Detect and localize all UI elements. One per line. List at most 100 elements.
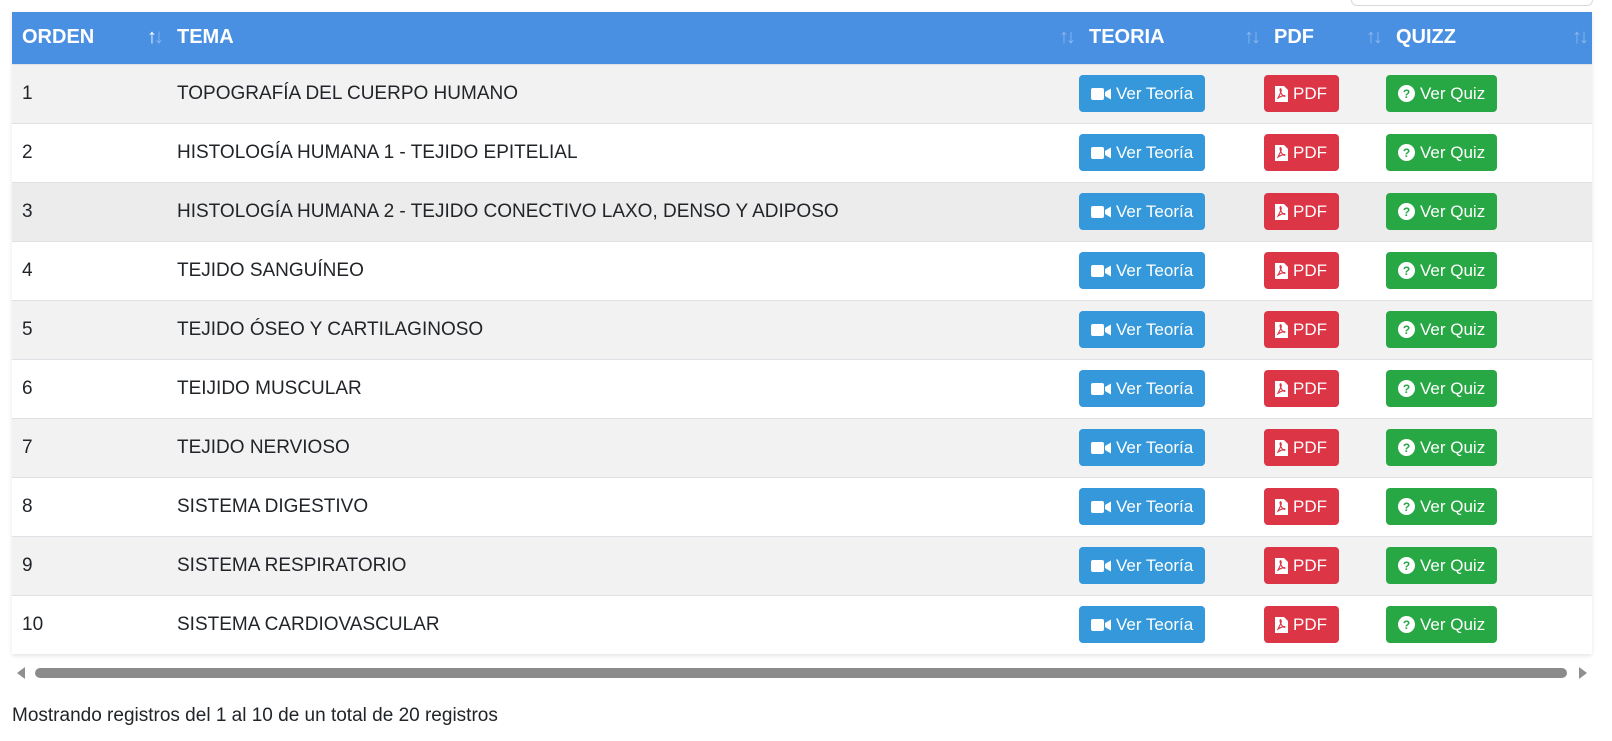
horizontal-scrollbar[interactable]: [12, 664, 1592, 680]
ver-teoria-button[interactable]: Ver Teoría: [1079, 134, 1205, 171]
pdf-button[interactable]: PDF: [1264, 311, 1339, 348]
ver-quiz-button[interactable]: ? Ver Quiz: [1386, 606, 1497, 644]
file-pdf-icon: [1275, 85, 1288, 102]
pdf-button[interactable]: PDF: [1264, 547, 1339, 584]
ver-teoria-label: Ver Teoría: [1116, 319, 1194, 339]
table-row: 5 TEJIDO ÓSEO Y CARTILAGINOSO Ver Teoría PD…: [12, 299, 1592, 359]
table-info-text: Mostrando registros del 1 al 10 de un to…: [12, 705, 498, 726]
pdf-button[interactable]: PDF: [1264, 429, 1339, 466]
ver-quiz-label: Ver Quiz: [1420, 142, 1486, 162]
ver-teoria-button[interactable]: Ver Teoría: [1079, 606, 1205, 644]
pdf-button[interactable]: PDF: [1264, 193, 1339, 230]
ver-quiz-label: Ver Quiz: [1420, 555, 1486, 575]
svg-text:?: ?: [1403, 205, 1410, 219]
scrollbar-thumb[interactable]: [35, 668, 1567, 678]
file-pdf-icon: [1275, 203, 1288, 220]
sort-arrows-icon[interactable]: ↑ ↓: [1366, 27, 1383, 47]
ver-quiz-button[interactable]: ? Ver Quiz: [1386, 429, 1497, 466]
column-header-orden[interactable]: ORDEN ↑ ↓: [12, 12, 167, 64]
cell-orden: 9: [12, 535, 167, 595]
cell-teoria: Ver Teoría: [1079, 594, 1264, 654]
ver-quiz-button[interactable]: ? Ver Quiz: [1386, 252, 1497, 289]
question-circle-icon: ?: [1398, 321, 1415, 338]
ver-teoria-button[interactable]: Ver Teoría: [1079, 429, 1205, 466]
pdf-button[interactable]: PDF: [1264, 370, 1339, 407]
question-circle-icon: ?: [1398, 557, 1415, 574]
pdf-button[interactable]: PDF: [1264, 252, 1339, 289]
cell-quizz: ? Ver Quiz: [1386, 122, 1592, 182]
cell-orden: 6: [12, 358, 167, 418]
ver-teoria-button[interactable]: Ver Teoría: [1079, 311, 1205, 348]
file-pdf-icon: [1275, 262, 1288, 279]
sort-arrows-icon[interactable]: ↑ ↓: [1244, 27, 1261, 47]
ver-teoria-button[interactable]: Ver Teoría: [1079, 488, 1205, 525]
question-circle-icon: ?: [1398, 439, 1415, 456]
cell-pdf: PDF: [1264, 358, 1386, 418]
svg-text:?: ?: [1403, 264, 1410, 278]
table-row: 7 TEJIDO NERVIOSO Ver Teoría PDF? Ver Quiz: [12, 417, 1592, 477]
column-header-teoria[interactable]: TEORIA ↑ ↓: [1079, 12, 1264, 64]
ver-quiz-button[interactable]: ? Ver Quiz: [1386, 370, 1497, 407]
ver-quiz-label: Ver Quiz: [1420, 319, 1486, 339]
pdf-label: PDF: [1293, 496, 1327, 516]
ver-teoria-button[interactable]: Ver Teoría: [1079, 252, 1205, 289]
cell-pdf: PDF: [1264, 299, 1386, 359]
question-circle-icon: ?: [1398, 203, 1415, 220]
pdf-button[interactable]: PDF: [1264, 134, 1339, 171]
cell-pdf: PDF: [1264, 181, 1386, 241]
ver-teoria-button[interactable]: Ver Teoría: [1079, 547, 1205, 584]
cell-teoria: Ver Teoría: [1079, 476, 1264, 536]
svg-text:?: ?: [1403, 87, 1410, 101]
ver-quiz-button[interactable]: ? Ver Quiz: [1386, 193, 1497, 230]
ver-quiz-button[interactable]: ? Ver Quiz: [1386, 75, 1497, 112]
search-input-edge[interactable]: [1351, 0, 1593, 6]
ver-quiz-label: Ver Quiz: [1420, 201, 1486, 221]
cell-tema: TOPOGRAFÍA DEL CUERPO HUMANO: [167, 63, 1079, 123]
ver-quiz-button[interactable]: ? Ver Quiz: [1386, 134, 1497, 171]
video-camera-icon: [1091, 323, 1111, 337]
sort-arrows-icon[interactable]: ↑ ↓: [1572, 27, 1589, 47]
ver-quiz-button[interactable]: ? Ver Quiz: [1386, 311, 1497, 348]
column-header-tema[interactable]: TEMA ↑ ↓: [167, 12, 1079, 64]
ver-teoria-label: Ver Teoría: [1116, 555, 1194, 575]
pdf-label: PDF: [1293, 555, 1327, 575]
svg-text:?: ?: [1403, 559, 1410, 573]
pdf-button[interactable]: PDF: [1264, 75, 1339, 112]
cell-orden: 10: [12, 594, 167, 654]
video-camera-icon: [1091, 559, 1111, 573]
scroll-right-arrow-icon[interactable]: [1579, 667, 1587, 679]
sort-arrows-icon[interactable]: ↑ ↓: [1059, 27, 1076, 47]
file-pdf-icon: [1275, 557, 1288, 574]
ver-quiz-button[interactable]: ? Ver Quiz: [1386, 547, 1497, 584]
sort-arrows-icon[interactable]: ↑ ↓: [147, 27, 164, 47]
ver-teoria-button[interactable]: Ver Teoría: [1079, 370, 1205, 407]
scroll-left-arrow-icon[interactable]: [17, 667, 25, 679]
cell-pdf: PDF: [1264, 63, 1386, 123]
cell-orden: 3: [12, 181, 167, 241]
ver-teoria-button[interactable]: Ver Teoría: [1079, 193, 1205, 230]
pdf-button[interactable]: PDF: [1264, 488, 1339, 525]
cell-quizz: ? Ver Quiz: [1386, 594, 1592, 654]
cell-tema: TEIJIDO MUSCULAR: [167, 358, 1079, 418]
column-header-quizz[interactable]: QUIZZ ↑ ↓: [1386, 12, 1592, 64]
data-table-container: ORDEN ↑ ↓ TEMA ↑ ↓ TEORIA ↑ ↓ PDF ↑ ↓ QUIZZ: [12, 12, 1592, 654]
ver-teoria-button[interactable]: Ver Teoría: [1079, 75, 1205, 112]
column-header-label: QUIZZ: [1396, 26, 1456, 49]
cell-tema: SISTEMA CARDIOVASCULAR: [167, 594, 1079, 654]
pdf-label: PDF: [1293, 614, 1327, 634]
cell-tema: HISTOLOGÍA HUMANA 2 - TEJIDO CONECTIVO L…: [167, 181, 1079, 241]
column-header-label: PDF: [1274, 26, 1314, 49]
ver-quiz-button[interactable]: ? Ver Quiz: [1386, 488, 1497, 525]
column-header-pdf[interactable]: PDF ↑ ↓: [1264, 12, 1386, 64]
cell-pdf: PDF: [1264, 594, 1386, 654]
question-circle-icon: ?: [1398, 380, 1415, 397]
ver-teoria-label: Ver Teoría: [1116, 378, 1194, 398]
pdf-button[interactable]: PDF: [1264, 606, 1339, 644]
table-header-row: ORDEN ↑ ↓ TEMA ↑ ↓ TEORIA ↑ ↓ PDF ↑ ↓ QUIZZ: [12, 12, 1592, 64]
pdf-label: PDF: [1293, 142, 1327, 162]
svg-text:?: ?: [1403, 500, 1410, 514]
pdf-label: PDF: [1293, 437, 1327, 457]
cell-tema: SISTEMA DIGESTIVO: [167, 476, 1079, 536]
cell-teoria: Ver Teoría: [1079, 358, 1264, 418]
video-camera-icon: [1091, 205, 1111, 219]
